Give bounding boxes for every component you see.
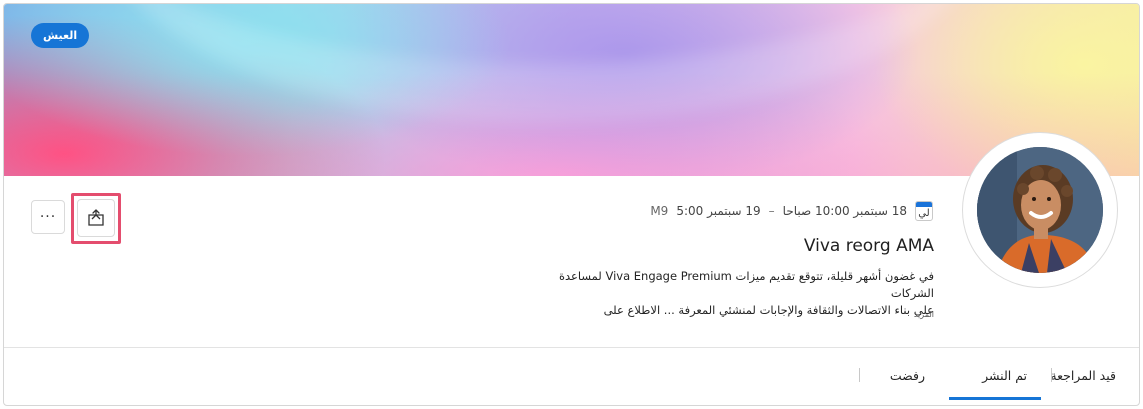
more-horizontal-icon: ··· (39, 209, 57, 225)
event-start: 18 سبتمبر 10:00 صباحا (782, 204, 907, 218)
tab-in-review[interactable]: قيد المراجعة (1050, 368, 1116, 383)
event-end: 19 سبتمبر 5:00 (676, 204, 761, 218)
share-button[interactable] (77, 199, 115, 237)
tab-separator (859, 368, 860, 382)
status-pill[interactable]: العيش (31, 23, 90, 48)
tab-separator (1051, 368, 1052, 382)
more-options-button[interactable]: ··· (31, 200, 65, 234)
organizer-avatar[interactable] (962, 132, 1118, 288)
banner-shade (4, 4, 1139, 176)
date-separator: – (768, 204, 775, 218)
share-icon (88, 209, 104, 226)
event-description: في غضون أشهر قليلة، تتوقع تقديم ميزات Vi… (514, 268, 934, 319)
tab-rejected[interactable]: رفضت (890, 368, 925, 383)
see-more-link[interactable]: المزيد (914, 310, 934, 319)
tab-published[interactable]: تم النشر (982, 368, 1027, 383)
description-line-1: في غضون أشهر قليلة، تتوقع تقديم ميزات Vi… (558, 269, 934, 300)
description-line-2: على بناء الاتصالات والثقافة والإجابات لم… (603, 303, 934, 317)
event-banner (4, 4, 1139, 176)
calendar-icon: لي (915, 201, 933, 221)
person-photo-icon (977, 147, 1103, 273)
event-tabs: قيد المراجعة تم النشر رفضت (4, 348, 1139, 405)
event-timezone: M9 (650, 204, 669, 218)
selected-tab-indicator (949, 397, 1041, 400)
avatar-photo (977, 147, 1103, 273)
calendar-icon-label: لي (918, 208, 930, 219)
event-date-row: لي 18 سبتمبر 10:00 صباحا – 19 سبتمبر 5:0… (650, 200, 933, 222)
event-title[interactable]: Viva reorg AMA (804, 236, 934, 256)
event-card: العيش لي 18 سبتمبر 10:00 صباحا – 19 سبتم… (3, 3, 1140, 406)
